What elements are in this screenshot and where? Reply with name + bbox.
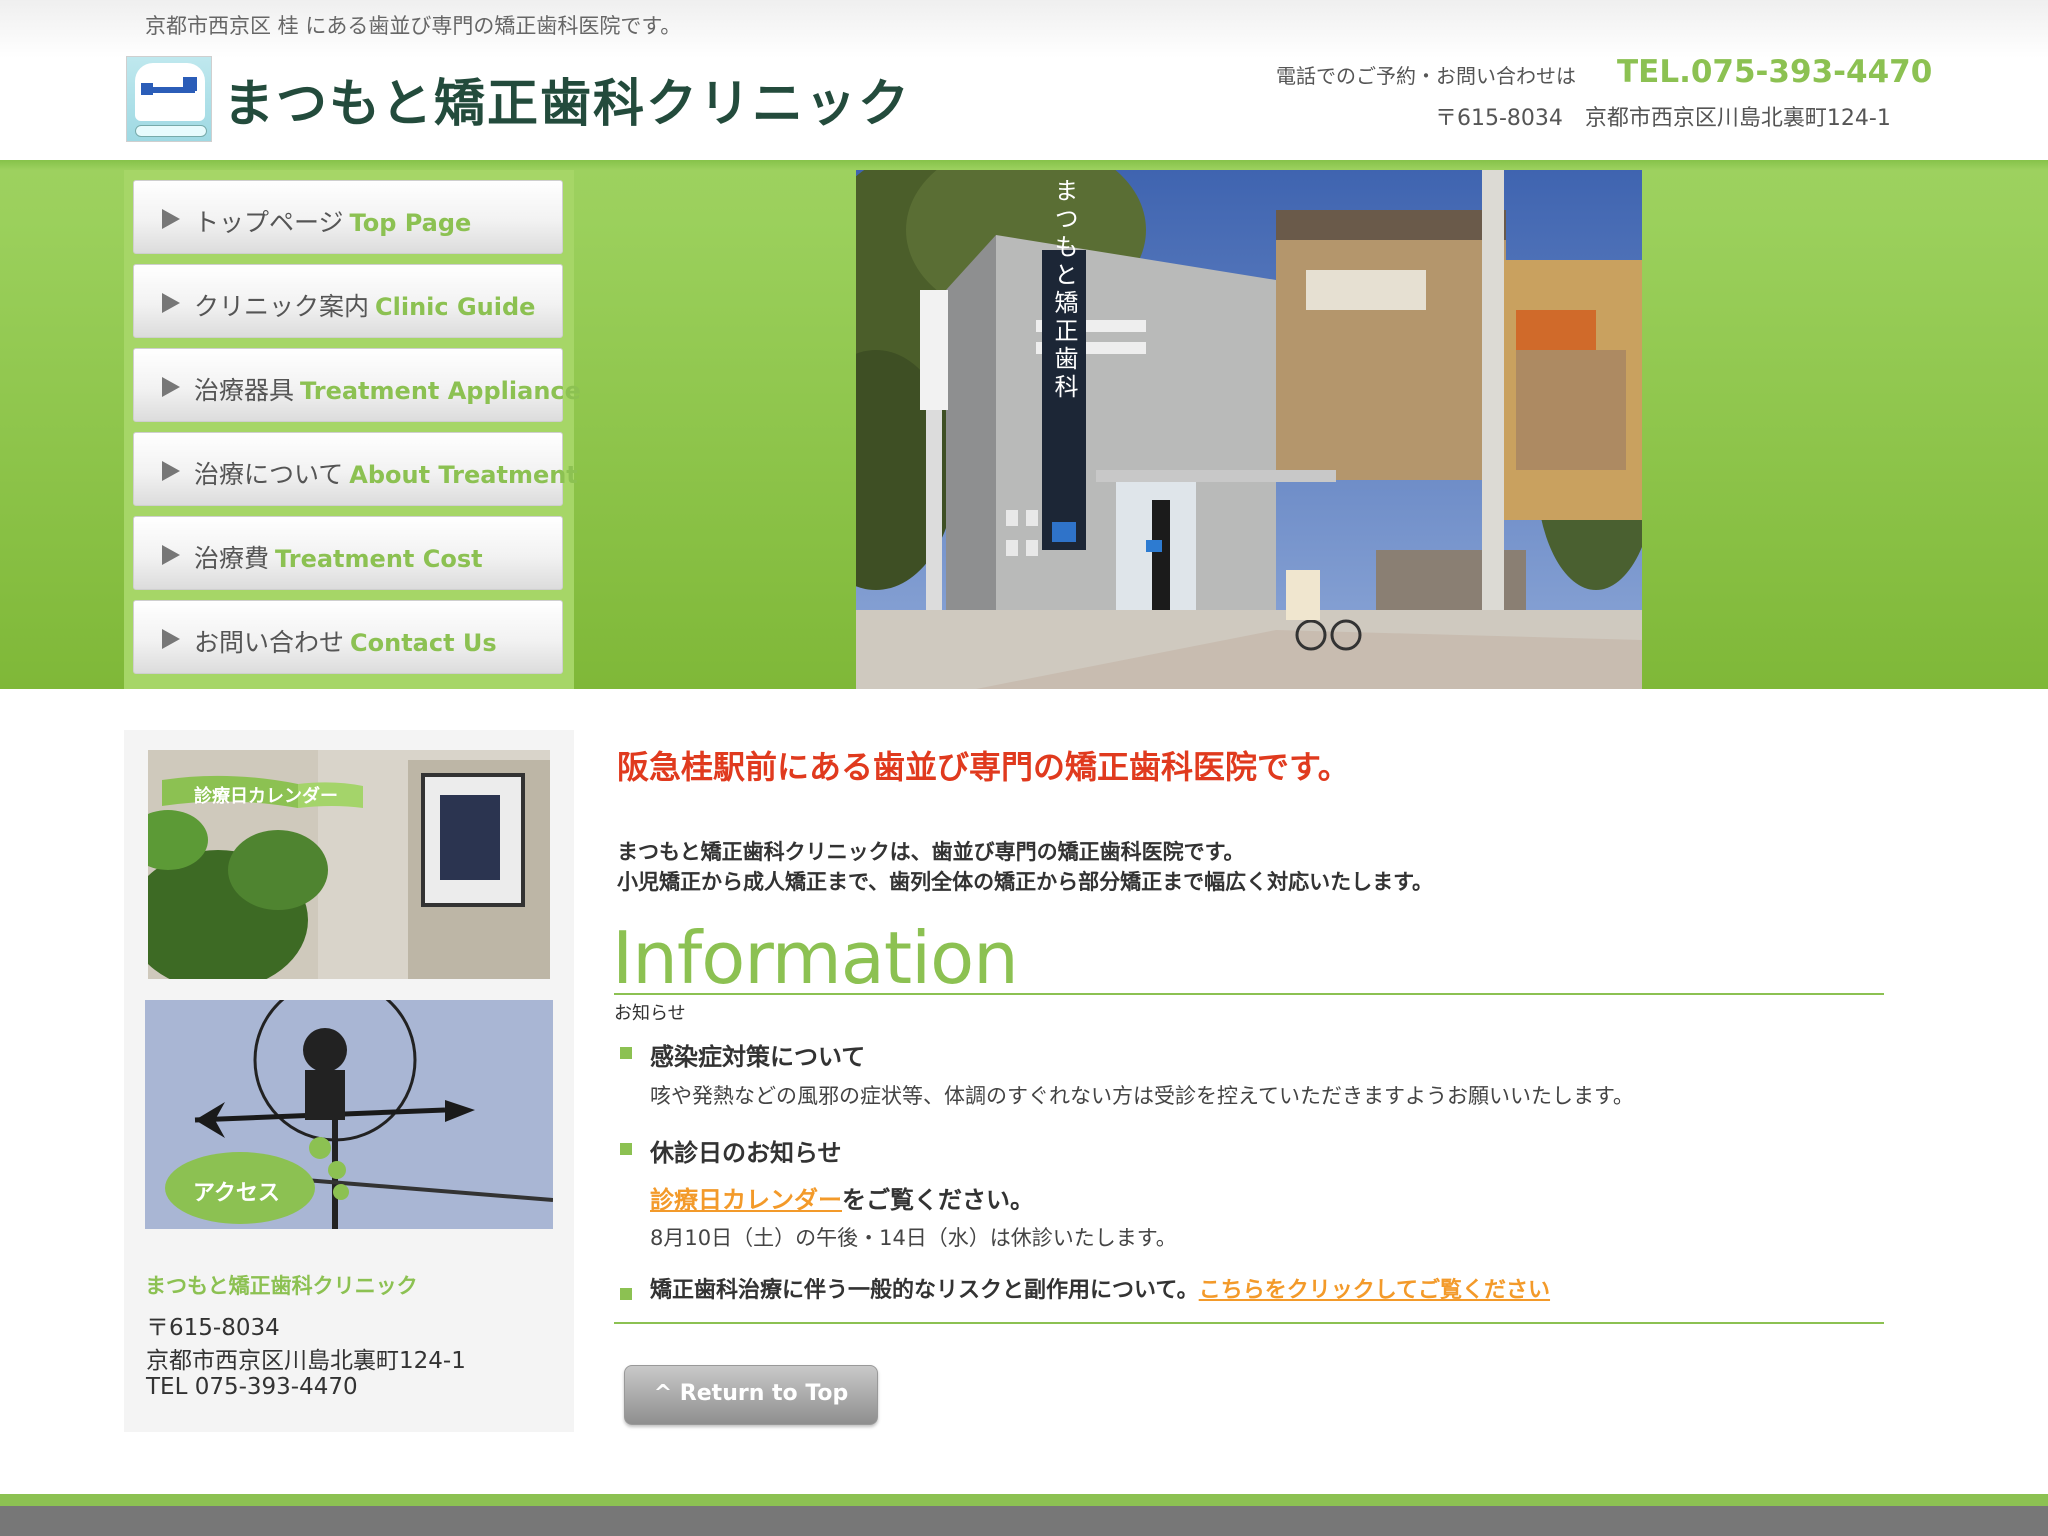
sidebar-postal: 〒615-8034 [146,1315,280,1341]
calendar-banner[interactable]: 診療日カレンダー [148,750,550,979]
access-banner-label: アクセス [193,1181,280,1206]
lead-title: 阪急桂駅前にある歯並び専門の矯正歯科医院です。 [617,748,1350,786]
info-subtitle: お知らせ [614,1003,686,1024]
info-title: Information [612,916,1019,1000]
footer [0,1506,2048,1536]
nav-item-top-page[interactable]: トップページ Top Page [133,180,563,254]
access-banner[interactable]: アクセス [145,1000,553,1229]
info-divider [614,993,1884,995]
nav-arrow-icon [162,629,180,649]
news-bullet-icon [620,1047,632,1059]
site-logo-text[interactable]: まつもと矯正歯科クリニック [223,62,911,136]
header-tagline: 京都市西京区 桂 にある歯並び専門の矯正歯科医院です。 [145,14,682,38]
nav-arrow-icon [162,293,180,313]
footer-accent-bar [0,1494,2048,1506]
nav-item-clinic-guide[interactable]: クリニック案内 Clinic Guide [133,264,563,338]
nav-item-label-ja: お問い合わせ [194,628,345,657]
nav-item-label-ja: 治療費 [194,544,270,573]
clinic-building-photo: まつもと矯正歯科 [856,170,1642,689]
nav-item-label-en: Top Page [349,209,472,237]
news-body: 8月10日（土）の午後・14日（水）は休診いたします。 [650,1226,1177,1250]
return-to-top-button[interactable]: ^ Return to Top [624,1365,878,1425]
nav-item-label-en: Contact Us [350,629,497,657]
nav-arrow-icon [162,461,180,481]
news-risk-line: 矯正歯科治療に伴う一般的なリスクと副作用について。こちらをクリックしてご覧くださ… [650,1272,1550,1304]
sidebar-address: 京都市西京区川島北裏町124-1 [146,1348,466,1374]
sidebar-clinic-name: まつもと矯正歯科クリニック [145,1274,418,1298]
clinic-logo-icon[interactable] [126,56,212,142]
nav-item-label-ja: 治療について [194,460,344,489]
risk-info-link[interactable]: こちらをクリックしてご覧ください [1199,1278,1550,1303]
calendar-banner-label: 診療日カレンダー [194,785,338,807]
news-body: 咳や発熱などの風邪の症状等、体調のすぐれない方は受診を控えていただきますようお願… [650,1084,1634,1108]
nav-item-label-en: Clinic Guide [375,293,536,321]
lead-text-line1: まつもと矯正歯科クリニックは、歯並び専門の矯正歯科医院です。 [617,840,1245,864]
nav-arrow-icon [162,545,180,565]
news-title: 感染症対策について [650,1043,866,1071]
nav-item-about-treatment[interactable]: 治療について About Treatment [133,432,578,506]
info-end-divider [614,1322,1884,1324]
nav-arrow-icon [162,209,180,229]
news-bullet-icon [620,1143,632,1155]
building-sign-text: まつもと矯正歯科 [1050,178,1078,402]
nav-arrow-icon [162,377,180,397]
phone-lead-text: 電話でのご予約・お問い合わせは [1276,64,1576,88]
news-title: 休診日のお知らせ [650,1139,842,1167]
nav-item-contact-us[interactable]: お問い合わせ Contact Us [133,600,563,674]
sidebar-tel: TEL 075-393-4470 [146,1374,358,1400]
nav-item-label-ja: 治療器具 [194,376,295,405]
nav-item-treatment-appliance[interactable]: 治療器具 Treatment Appliance [133,348,581,422]
news-title: 矯正歯科治療に伴う一般的なリスクと副作用について。 [650,1278,1199,1303]
nav-item-label-en: Treatment Cost [275,545,483,573]
lead-text-line2: 小児矯正から成人矯正まで、歯列全体の矯正から部分矯正まで幅広く対応いたします。 [617,870,1434,894]
news-calendar-line: 診療日カレンダーをご覧ください。 [650,1180,1034,1215]
nav-item-label-en: About Treatment [349,461,578,489]
nav-item-label-en: Treatment Appliance [300,377,581,405]
nav-item-label-ja: トップページ [194,208,344,237]
nav-item-label-ja: クリニック案内 [194,292,370,321]
calendar-link[interactable]: 診療日カレンダー [650,1186,842,1214]
header-address: 〒615-8034 京都市西京区川島北裏町124-1 [1435,106,1891,131]
calendar-link-suffix: をご覧ください。 [842,1186,1034,1214]
news-bullet-icon [620,1288,632,1300]
nav-item-treatment-cost[interactable]: 治療費 Treatment Cost [133,516,563,590]
header-phone: TEL.075-393-4470 [1617,54,1933,90]
